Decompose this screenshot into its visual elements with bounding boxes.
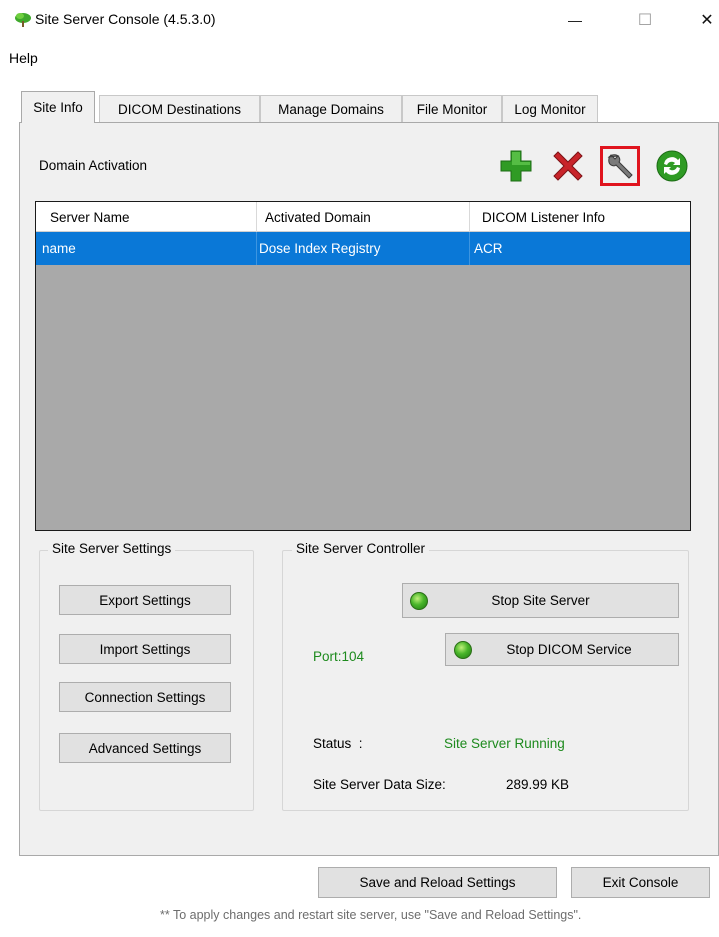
stop-dicom-service-button[interactable]: Stop DICOM Service — [445, 633, 679, 666]
cell-text: ACR — [474, 241, 503, 256]
domain-grid[interactable]: Server Name Activated Domain DICOM Liste… — [35, 201, 691, 531]
column-header-label: Server Name — [50, 209, 130, 225]
grid-header: Server Name Activated Domain DICOM Liste… — [36, 202, 690, 232]
minimize-icon: — — [568, 12, 582, 28]
column-header[interactable]: Server Name — [36, 202, 257, 232]
tab-dicom-destinations[interactable]: DICOM Destinations — [99, 95, 260, 122]
advanced-settings-button[interactable]: Advanced Settings — [59, 733, 231, 763]
column-header[interactable]: Activated Domain — [257, 202, 470, 232]
table-cell: Dose Index Registry — [257, 232, 470, 265]
tab-label: DICOM Destinations — [117, 101, 242, 117]
plus-icon — [500, 150, 532, 182]
column-header-label: Activated Domain — [265, 209, 371, 225]
tab-label: File Monitor — [416, 101, 488, 117]
save-and-reload-button[interactable]: Save and Reload Settings — [318, 867, 557, 898]
close-button[interactable]: ✕ — [692, 6, 719, 34]
refresh-button[interactable] — [652, 146, 692, 186]
group-title: Site Server Settings — [48, 541, 176, 556]
close-icon: ✕ — [700, 12, 714, 29]
add-domain-button[interactable] — [496, 146, 536, 186]
table-row[interactable]: name Dose Index Registry ACR — [36, 232, 690, 265]
export-settings-button[interactable]: Export Settings — [59, 585, 231, 615]
tab-log-monitor[interactable]: Log Monitor — [502, 95, 598, 122]
minimize-button[interactable]: — — [555, 6, 595, 34]
cell-text: Dose Index Registry — [259, 241, 381, 256]
app-icon — [15, 13, 31, 27]
status-label: Status : — [313, 736, 363, 751]
tab-manage-domains[interactable]: Manage Domains — [260, 95, 402, 122]
exit-console-button[interactable]: Exit Console — [571, 867, 710, 898]
menu-bar: Help — [0, 48, 719, 70]
window-title: Site Server Console (4.5.3.0) — [35, 11, 216, 27]
tab-site-info[interactable]: Site Info — [21, 91, 95, 123]
status-value: Site Server Running — [444, 736, 565, 751]
remove-domain-button[interactable] — [548, 146, 588, 186]
menu-help[interactable]: Help — [9, 50, 38, 66]
button-label: Export Settings — [99, 592, 191, 608]
port-label: Port:104 — [313, 649, 365, 664]
tab-label: Site Info — [33, 100, 83, 115]
import-settings-button[interactable]: Import Settings — [59, 634, 231, 664]
button-label: Stop Site Server — [491, 593, 590, 608]
configure-domain-button[interactable] — [600, 146, 640, 186]
x-icon — [553, 151, 583, 181]
footer-note: ** To apply changes and restart site ser… — [160, 908, 582, 922]
tab-file-monitor[interactable]: File Monitor — [402, 95, 502, 122]
button-label: Save and Reload Settings — [359, 875, 516, 890]
group-title: Site Server Controller — [292, 541, 430, 556]
refresh-icon — [656, 150, 688, 182]
running-indicator-icon — [454, 641, 472, 659]
running-indicator-icon — [410, 592, 428, 610]
cell-text: name — [42, 241, 76, 256]
button-label: Import Settings — [99, 641, 191, 657]
button-label: Advanced Settings — [88, 740, 202, 756]
button-label: Connection Settings — [84, 689, 206, 705]
button-label: Stop DICOM Service — [506, 642, 632, 657]
maximize-icon: ☐ — [637, 12, 653, 29]
title-bar: Site Server Console (4.5.3.0) — ☐ ✕ — [0, 0, 719, 40]
domain-activation-label: Domain Activation — [39, 158, 148, 173]
stop-site-server-button[interactable]: Stop Site Server — [402, 583, 679, 618]
table-cell: ACR — [470, 232, 690, 265]
table-cell: name — [36, 232, 257, 265]
button-label: Exit Console — [602, 875, 679, 890]
tab-label: Manage Domains — [278, 101, 384, 117]
wrench-icon — [607, 154, 633, 179]
column-header[interactable]: DICOM Listener Info — [470, 202, 690, 232]
connection-settings-button[interactable]: Connection Settings — [59, 682, 231, 712]
column-header-label: DICOM Listener Info — [482, 209, 606, 225]
tab-label: Log Monitor — [514, 101, 586, 117]
data-size-value: 289.99 KB — [506, 777, 570, 792]
maximize-button[interactable]: ☐ — [625, 6, 665, 34]
data-size-label: Site Server Data Size: — [313, 777, 446, 792]
